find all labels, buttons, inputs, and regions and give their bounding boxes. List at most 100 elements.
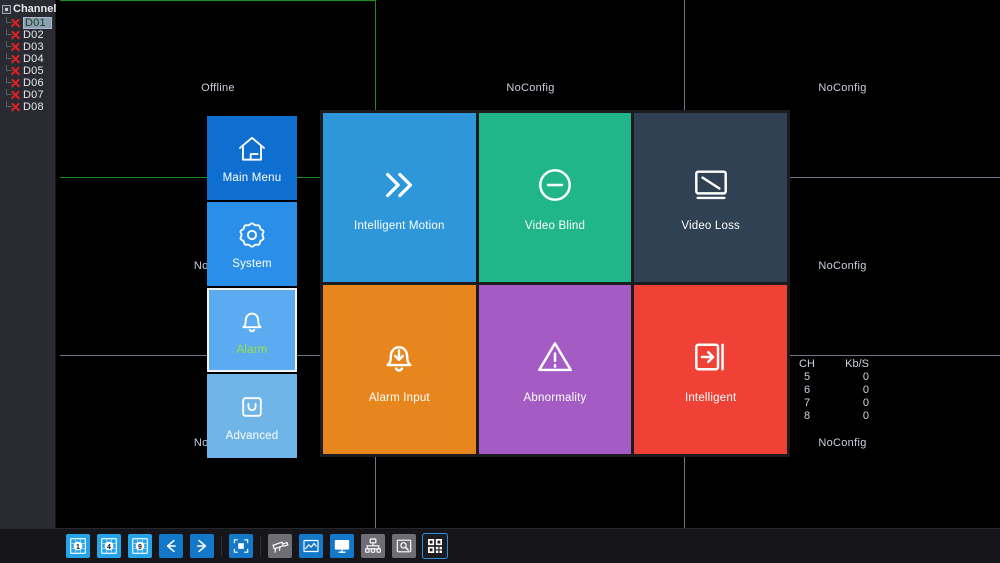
alarm-tile-grid: Intelligent Motion Video Blind Video Loss A… [320, 110, 790, 457]
channel-list-item[interactable]: D07 [0, 89, 55, 101]
grid-divider [60, 0, 376, 1]
menu-button-label: Advanced [225, 429, 279, 442]
red-x-icon [10, 66, 21, 77]
qr-grid-icon [423, 534, 447, 558]
prev-page-button[interactable] [159, 534, 183, 558]
svg-text:1: 1 [76, 544, 80, 551]
hdd-search-button [392, 534, 416, 558]
red-x-icon [10, 78, 21, 89]
bitrate-value: 0 [862, 371, 869, 383]
bitrate-row: 50 [795, 371, 869, 384]
channel-name: D07 [23, 89, 44, 101]
channel-list-item[interactable]: D03 [0, 41, 55, 53]
arrow-right-icon [190, 534, 214, 558]
color-chart-button[interactable] [299, 534, 323, 558]
ptz-camera-button [268, 534, 292, 558]
alarm-tile-abnormality[interactable]: Abnormality [478, 285, 632, 454]
channel-panel-header: Channel [0, 2, 56, 16]
bitrate-value: 0 [862, 397, 869, 409]
alarm-tile-video-blind[interactable]: Video Blind [478, 113, 632, 282]
alarm-tile-video-loss[interactable]: Video Loss [634, 113, 787, 282]
channel-name: D06 [23, 77, 44, 89]
hdd-search-icon [392, 534, 416, 558]
menu-button-alarm[interactable]: Alarm [207, 288, 297, 372]
channel-list-item[interactable]: D01 [0, 17, 55, 29]
alarm-tile-label: Video Loss [681, 219, 741, 232]
bell-download-icon [378, 336, 420, 378]
video-cell-status: NoConfig [506, 82, 555, 94]
video-cell-status: NoConfig [818, 260, 867, 272]
channel-name: D02 [23, 29, 44, 41]
camera-icon [268, 534, 292, 558]
bitrate-header-row: CH Kb/S [795, 358, 869, 371]
menu-button-advanced[interactable]: Advanced [207, 374, 297, 458]
video-cell-status: NoConfig [818, 82, 867, 94]
view-1-button[interactable]: 1 [66, 534, 90, 558]
display-button[interactable] [330, 534, 354, 558]
bitrate-panel: CH Kb/S 50607080 [795, 358, 895, 423]
view-4-button[interactable]: 4 [97, 534, 121, 558]
channel-name: D01 [23, 17, 52, 29]
network-tree-icon [361, 534, 385, 558]
bitrate-table: CH Kb/S 50607080 [795, 358, 869, 423]
menu-button-main-menu[interactable]: Main Menu [207, 116, 297, 200]
red-x-icon [10, 102, 21, 113]
arrow-left-icon [159, 534, 183, 558]
channel-name: D04 [23, 53, 44, 65]
video-cell-status: Offline [201, 82, 235, 94]
alarm-tile-alarm-input[interactable]: Alarm Input [323, 285, 476, 454]
menu-button-label: System [232, 257, 272, 270]
qrcode-button[interactable] [422, 533, 448, 559]
svg-text:4: 4 [107, 544, 111, 551]
channel-name: D05 [23, 65, 44, 77]
focus-square-icon [229, 534, 253, 558]
alarm-tile-label: Video Blind [524, 219, 586, 232]
bitrate-channel: 5 [803, 371, 811, 383]
alarm-tile-label: Intelligent Motion [354, 219, 445, 232]
svg-text:9: 9 [138, 544, 142, 551]
red-x-icon [10, 90, 21, 101]
bitrate-row: 60 [795, 384, 869, 397]
bitrate-channel: 6 [803, 384, 811, 396]
menu-button-label: Alarm [236, 343, 268, 356]
alarm-menu-column: Main Menu System Alarm Advanced [207, 116, 297, 460]
alarm-tile-label: Abnormality [523, 391, 587, 404]
bitrate-value: 0 [862, 410, 869, 422]
monitor-slash-icon [690, 164, 732, 206]
video-cell-status: NoConfig [818, 437, 867, 449]
split-1-icon: 1 [66, 534, 90, 558]
channel-list: D01 D02 D03 D04 D05 D06 D07 D08 [0, 17, 55, 113]
red-x-icon [10, 42, 21, 53]
channel-list-item[interactable]: D08 [0, 101, 55, 113]
fullscreen-button[interactable] [229, 534, 253, 558]
circle-minus-icon [534, 164, 576, 206]
channel-sidebar: Channel D01 D02 D03 D04 D05 D06 D07 D08 [0, 0, 56, 528]
view-9-button[interactable]: 9 [128, 534, 152, 558]
red-x-icon [10, 54, 21, 65]
next-page-button[interactable] [190, 534, 214, 558]
split-9-icon: 9 [128, 534, 152, 558]
alarm-tile-intelligent[interactable]: Intelligent [634, 285, 787, 454]
alarm-tile-intelligent-motion[interactable]: Intelligent Motion [323, 113, 476, 282]
split-4-icon: 4 [97, 534, 121, 558]
bitrate-channel: 7 [803, 397, 811, 409]
red-x-icon [10, 18, 21, 29]
menu-button-system[interactable]: System [207, 202, 297, 286]
gear-icon [235, 219, 269, 251]
bell-icon [235, 305, 269, 337]
channel-list-item[interactable]: D02 [0, 29, 55, 41]
monitor-icon [330, 534, 354, 558]
taskbar-separator [221, 536, 222, 556]
channel-list-item[interactable]: D05 [0, 65, 55, 77]
home-icon [235, 133, 269, 165]
dvr-screen: OfflineNoConfigNoConfigNoConfigNoConfigN… [0, 0, 1000, 563]
taskbar: 1 4 9 [0, 528, 1000, 563]
red-x-icon [10, 30, 21, 41]
menu-button-label: Main Menu [222, 171, 282, 184]
channel-list-item[interactable]: D06 [0, 77, 55, 89]
double-chevron-icon [378, 164, 420, 206]
bitrate-channel: 8 [803, 410, 811, 422]
alarm-tile-label: Intelligent [684, 391, 737, 404]
channel-list-item[interactable]: D04 [0, 53, 55, 65]
checkbox-icon[interactable] [2, 4, 11, 14]
